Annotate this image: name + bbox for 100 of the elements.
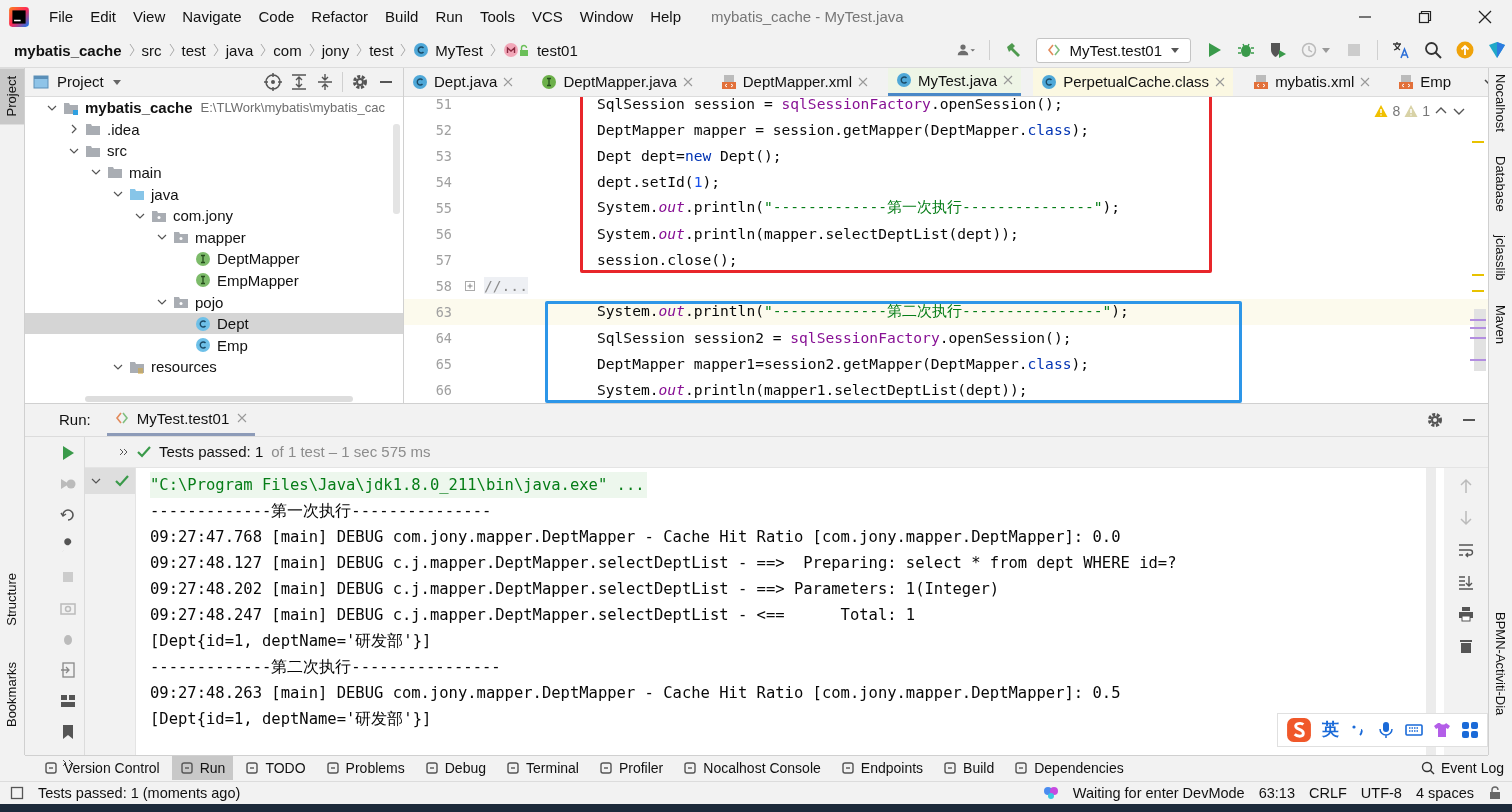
tree-item[interactable]: java: [25, 183, 403, 205]
menu-item[interactable]: Window: [570, 8, 642, 26]
tree-item[interactable]: src: [25, 140, 403, 162]
tree-item[interactable]: DeptMapper: [25, 248, 403, 270]
tree-item[interactable]: com.jony: [25, 204, 403, 227]
devmode-status[interactable]: Waiting for enter DevMode: [1072, 785, 1245, 802]
editor-tab[interactable]: Emp: [1390, 67, 1460, 96]
indent-setting[interactable]: 4 spaces: [1415, 785, 1474, 802]
menu-item[interactable]: Tools: [470, 8, 523, 26]
panel-title[interactable]: Project: [57, 73, 104, 91]
tool-window-tab[interactable]: Dependencies: [1006, 756, 1132, 781]
lock-icon[interactable]: [1488, 786, 1502, 801]
scrollbar[interactable]: [85, 395, 353, 402]
tree-item[interactable]: pojo: [25, 291, 403, 313]
warning-count[interactable]: 1: [1422, 102, 1430, 119]
shirt-icon[interactable]: [1433, 720, 1451, 739]
tool-window-tab[interactable]: jclasslib: [1489, 235, 1512, 281]
tool-window-tab[interactable]: Problems: [317, 756, 413, 781]
breadcrumb[interactable]: mybatis_cache: [14, 41, 122, 59]
breadcrumb[interactable]: MyTest: [435, 41, 483, 59]
scrollbar[interactable]: [393, 123, 400, 214]
menu-item[interactable]: Build: [376, 8, 427, 26]
menu-item[interactable]: Edit: [81, 8, 125, 26]
tool-window-tab[interactable]: Terminal: [498, 756, 587, 781]
tree-item[interactable]: Emp: [25, 334, 403, 357]
tree-item[interactable]: resources: [25, 356, 403, 378]
tree-item[interactable]: EmpMapper: [25, 269, 403, 292]
tool-window-tab[interactable]: Nocalhost: [1489, 73, 1512, 132]
tool-window-tab[interactable]: Version Control: [36, 756, 168, 781]
run-configuration-dropdown[interactable]: MyTest.test01: [1036, 37, 1191, 63]
tool-window-tab[interactable]: Database: [1489, 155, 1512, 212]
expand-all-icon[interactable]: [290, 72, 308, 91]
menu-item[interactable]: Run: [426, 8, 471, 26]
breadcrumb[interactable]: src: [141, 41, 162, 59]
tree-item[interactable]: .idea: [25, 118, 403, 141]
breadcrumb[interactable]: test01: [536, 41, 578, 59]
editor-tab[interactable]: Dept.java: [404, 67, 522, 96]
editor-tab[interactable]: PerpetualCache.class: [1033, 67, 1234, 96]
breadcrumb[interactable]: java: [225, 41, 254, 59]
search-icon[interactable]: [1424, 41, 1442, 60]
settings-icon[interactable]: [1426, 410, 1444, 429]
tool-window-tab[interactable]: Profiler: [590, 756, 672, 781]
menu-item[interactable]: View: [124, 8, 174, 26]
tool-window-tab[interactable]: Structure: [0, 565, 24, 634]
chevron-icon[interactable]: [69, 124, 79, 135]
grid-icon[interactable]: [1461, 720, 1479, 739]
tree-item[interactable]: main: [25, 161, 403, 184]
tree-item[interactable]: Dept: [25, 312, 403, 335]
panel-toggle-icon[interactable]: [10, 786, 24, 801]
breadcrumb[interactable]: test: [369, 41, 394, 59]
menu-item[interactable]: Code: [249, 8, 303, 26]
event-log-tab[interactable]: Event Log: [1412, 756, 1512, 781]
locate-icon[interactable]: [264, 72, 282, 91]
editor-tab[interactable]: DeptMapper.java: [533, 67, 701, 96]
caret-position[interactable]: 63:13: [1258, 785, 1295, 802]
layout-icon[interactable]: [59, 692, 76, 709]
breadcrumb[interactable]: com: [273, 41, 302, 59]
shield-run-icon[interactable]: [1269, 41, 1287, 60]
test-tree-row[interactable]: [85, 467, 135, 494]
editor-tab[interactable]: MyTest.java: [888, 67, 1022, 96]
hammer-icon[interactable]: [1004, 41, 1023, 60]
warning-count[interactable]: 8: [1392, 102, 1401, 119]
tool-window-tab[interactable]: Nocalhost Console: [675, 756, 829, 781]
print-icon[interactable]: [1458, 605, 1474, 622]
tool-window-tab[interactable]: Debug: [416, 756, 494, 781]
trash-icon[interactable]: [1458, 637, 1474, 654]
wrap-icon[interactable]: [1458, 541, 1474, 558]
close-icon[interactable]: [1478, 9, 1492, 24]
scroll-end-icon[interactable]: [1458, 573, 1474, 590]
menu-item[interactable]: VCS: [522, 8, 571, 26]
toggle-icon[interactable]: [59, 506, 76, 523]
tool-window-tab[interactable]: TODO: [237, 756, 314, 781]
tool-window-tab[interactable]: Bookmarks: [0, 653, 24, 735]
microphone-icon[interactable]: [1377, 720, 1395, 739]
tree-item[interactable]: mybatis_cache E:\TLWork\mybatis\mybatis_cac: [25, 96, 403, 119]
menu-item[interactable]: File: [40, 8, 82, 26]
exit-icon[interactable]: [59, 661, 76, 678]
editor-tab[interactable]: mybatis.xml: [1245, 67, 1379, 96]
tool-window-tab[interactable]: Maven: [1489, 304, 1512, 344]
tree-item[interactable]: mapper: [25, 226, 403, 249]
menu-item[interactable]: Navigate: [173, 8, 250, 26]
tool-window-tab[interactable]: Endpoints: [832, 756, 932, 781]
tool-window-tab[interactable]: BPMN-Activiti-Dia: [1489, 611, 1512, 715]
tool-window-tab[interactable]: Project: [0, 67, 24, 125]
ime-logo-icon[interactable]: [1286, 716, 1312, 743]
test-session-tab[interactable]: MyTest.test01: [106, 403, 256, 436]
menu-item[interactable]: Refactor: [302, 8, 377, 26]
file-encoding[interactable]: UTF-8: [1360, 785, 1402, 802]
plugin-logo-icon[interactable]: [1488, 41, 1506, 60]
restore-icon[interactable]: [1418, 9, 1432, 24]
tool-window-tab[interactable]: Run: [171, 756, 234, 781]
translate-icon[interactable]: [1392, 41, 1410, 60]
settings-icon[interactable]: [351, 72, 369, 91]
tool-window-tab[interactable]: Build: [935, 756, 1003, 781]
menu-item[interactable]: Help: [641, 8, 690, 26]
chevron-icon[interactable]: [119, 446, 129, 457]
ime-mode[interactable]: 英: [1322, 718, 1339, 742]
line-separator[interactable]: CRLF: [1309, 785, 1347, 802]
breadcrumb[interactable]: jony: [321, 41, 350, 59]
collapse-all-icon[interactable]: [316, 72, 334, 91]
